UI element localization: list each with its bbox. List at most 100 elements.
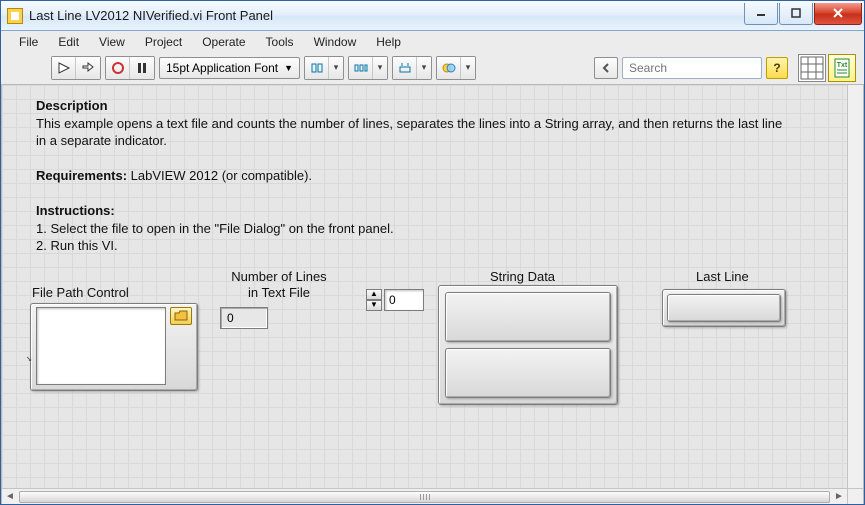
svg-text:Txt: Txt bbox=[837, 62, 848, 69]
resize-icon bbox=[398, 61, 412, 75]
description-line1: This example opens a text file and count… bbox=[36, 116, 782, 131]
num-lines-value: 0 bbox=[227, 311, 234, 325]
chevron-left-icon bbox=[601, 63, 611, 73]
titlebar: Last Line LV2012 NIVerified.vi Front Pan… bbox=[1, 1, 864, 31]
string-data-array bbox=[438, 285, 618, 405]
description-block: Description This example opens a text fi… bbox=[36, 97, 816, 255]
requirements-text: LabVIEW 2012 (or compatible). bbox=[127, 168, 312, 183]
distribute-group: ▾ bbox=[348, 56, 388, 80]
last-line-indicator bbox=[667, 294, 781, 322]
front-panel[interactable]: Description This example opens a text fi… bbox=[1, 85, 864, 504]
labview-icon bbox=[7, 8, 23, 24]
description-heading: Description bbox=[36, 98, 108, 113]
last-line-indicator-frame bbox=[662, 289, 786, 327]
txt-doc-icon: Txt bbox=[831, 57, 853, 79]
reorder-dropdown[interactable]: ▾ bbox=[461, 57, 475, 79]
num-lines-label1: Number of Lines bbox=[224, 269, 334, 284]
requirements-label: Requirements: bbox=[36, 168, 127, 183]
scroll-corner bbox=[847, 488, 863, 504]
string-cell-0 bbox=[445, 292, 611, 342]
minimize-icon bbox=[756, 8, 766, 18]
run-loop-icon bbox=[81, 61, 95, 75]
string-data-label: String Data bbox=[490, 269, 555, 284]
search-input[interactable] bbox=[627, 60, 786, 76]
maximize-icon bbox=[791, 8, 801, 18]
index-spinner: ▲ ▼ bbox=[366, 289, 382, 311]
window-title: Last Line LV2012 NIVerified.vi Front Pan… bbox=[29, 8, 743, 23]
instruction-1: 1. Select the file to open in the "File … bbox=[36, 221, 394, 236]
connector-pane[interactable] bbox=[798, 54, 826, 82]
toolbar: 15pt Application Font ▼ ▾ ▾ ▾ ▾ ? bbox=[1, 53, 864, 85]
distribute-dropdown[interactable]: ▾ bbox=[373, 57, 387, 79]
browse-button[interactable] bbox=[170, 307, 192, 325]
array-index-control: ▲ ▼ 0 bbox=[366, 289, 424, 311]
context-help-button[interactable]: ? bbox=[766, 57, 788, 79]
menu-project[interactable]: Project bbox=[137, 33, 190, 51]
align-dropdown[interactable]: ▾ bbox=[329, 57, 343, 79]
distribute-button[interactable] bbox=[349, 57, 373, 79]
resize-dropdown[interactable]: ▾ bbox=[417, 57, 431, 79]
description-line2: in a separate indicator. bbox=[36, 133, 167, 148]
distribute-icon bbox=[354, 61, 368, 75]
menu-file[interactable]: File bbox=[11, 33, 46, 51]
pause-button[interactable] bbox=[130, 57, 154, 79]
file-path-label: File Path Control bbox=[32, 285, 129, 300]
close-button[interactable] bbox=[814, 3, 862, 25]
menubar: File Edit View Project Operate Tools Win… bbox=[1, 31, 864, 53]
scroll-thumb[interactable] bbox=[19, 491, 830, 503]
font-selector[interactable]: 15pt Application Font ▼ bbox=[159, 57, 300, 79]
run-continuously-button[interactable] bbox=[76, 57, 100, 79]
font-label: 15pt Application Font bbox=[166, 61, 278, 75]
menu-help[interactable]: Help bbox=[368, 33, 409, 51]
menu-operate[interactable]: Operate bbox=[194, 33, 253, 51]
align-icon bbox=[310, 61, 324, 75]
index-increment[interactable]: ▲ bbox=[366, 289, 382, 300]
file-path-control: ↘ bbox=[30, 303, 198, 391]
menu-edit[interactable]: Edit bbox=[50, 33, 87, 51]
num-lines-label2: in Text File bbox=[224, 285, 334, 300]
file-path-input[interactable] bbox=[36, 307, 166, 385]
scroll-right-arrow[interactable]: ► bbox=[831, 490, 847, 504]
align-group: ▾ bbox=[304, 56, 344, 80]
search-box[interactable] bbox=[622, 57, 762, 79]
panel-content: Description This example opens a text fi… bbox=[2, 85, 847, 488]
run-button[interactable] bbox=[52, 57, 76, 79]
chevron-down-icon: ▼ bbox=[284, 63, 293, 73]
reorder-button[interactable] bbox=[437, 57, 461, 79]
menu-view[interactable]: View bbox=[91, 33, 133, 51]
path-glyph: ↘ bbox=[26, 353, 32, 364]
horizontal-scrollbar[interactable]: ◄ ► bbox=[2, 488, 847, 504]
folder-icon bbox=[174, 310, 188, 322]
window-buttons bbox=[743, 3, 862, 25]
connector-grid-icon bbox=[800, 56, 824, 80]
close-icon bbox=[832, 7, 844, 19]
minimize-button[interactable] bbox=[744, 3, 778, 25]
abort-pause-group bbox=[105, 56, 155, 80]
vi-icon[interactable]: Txt bbox=[828, 54, 856, 82]
resize-group: ▾ bbox=[392, 56, 432, 80]
menu-tools[interactable]: Tools bbox=[258, 33, 302, 51]
index-decrement[interactable]: ▼ bbox=[366, 300, 382, 311]
app-window: Last Line LV2012 NIVerified.vi Front Pan… bbox=[0, 0, 865, 505]
run-group bbox=[51, 56, 101, 80]
instruction-2: 2. Run this VI. bbox=[36, 238, 118, 253]
scroll-left-arrow[interactable]: ◄ bbox=[2, 490, 18, 504]
run-arrow-icon bbox=[57, 61, 71, 75]
menu-window[interactable]: Window bbox=[306, 33, 365, 51]
reorder-group: ▾ bbox=[436, 56, 476, 80]
num-lines-indicator: 0 bbox=[220, 307, 268, 329]
vertical-scrollbar[interactable] bbox=[847, 85, 863, 488]
search-prev-button[interactable] bbox=[594, 57, 618, 79]
vi-icon-pane: Txt bbox=[798, 54, 856, 82]
abort-button[interactable] bbox=[106, 57, 130, 79]
abort-icon bbox=[111, 61, 125, 75]
last-line-label: Last Line bbox=[696, 269, 749, 284]
maximize-button[interactable] bbox=[779, 3, 813, 25]
resize-button[interactable] bbox=[393, 57, 417, 79]
align-button[interactable] bbox=[305, 57, 329, 79]
string-cell-1 bbox=[445, 348, 611, 398]
reorder-icon bbox=[442, 61, 456, 75]
pause-icon bbox=[135, 61, 149, 75]
index-value-box[interactable]: 0 bbox=[384, 289, 424, 311]
help-icon: ? bbox=[773, 61, 780, 75]
